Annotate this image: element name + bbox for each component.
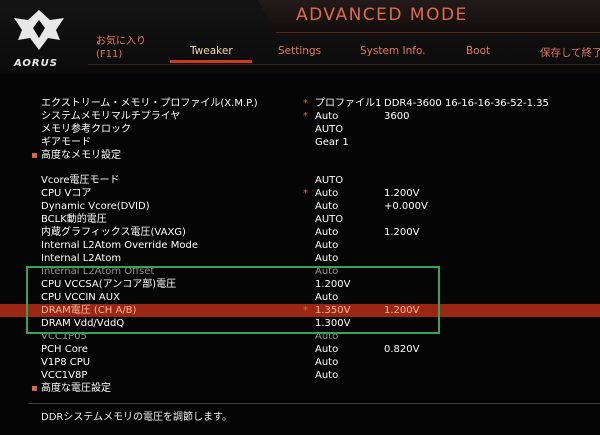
- submenu-bullet-icon: ▪: [31, 150, 38, 161]
- modified-star-icon: *: [303, 111, 308, 122]
- setting-current-reading: +0.000V: [384, 201, 428, 212]
- setting-row[interactable]: Dynamic Vcore(DVID) Auto +0.000V: [0, 200, 600, 213]
- setting-row[interactable]: CPU Vコア * Auto 1.200V: [0, 187, 600, 200]
- setting-label: メモリ参考クロック: [41, 124, 131, 135]
- setting-label: Internal L2Atom Offset: [41, 266, 155, 277]
- setting-current-reading: 1.200V: [384, 227, 420, 238]
- setting-value[interactable]: プロファイル1: [315, 97, 381, 110]
- tab-active-indicator: [170, 60, 252, 63]
- setting-row[interactable]: PCH Core Auto 0.820V: [0, 343, 600, 356]
- setting-label: VCC1V8P: [41, 370, 88, 381]
- setting-row[interactable]: ギアモード Gear 1: [0, 136, 600, 149]
- setting-value[interactable]: AUTO: [315, 123, 343, 136]
- setting-value[interactable]: 1.350V: [315, 304, 350, 317]
- setting-value[interactable]: Auto: [315, 343, 338, 356]
- setting-row[interactable]: CPU VCCSA(アンコア部)電圧 1.200V: [0, 278, 600, 291]
- mode-title: ADVANCED MODE: [296, 5, 468, 25]
- setting-value[interactable]: Auto: [315, 369, 338, 382]
- setting-value[interactable]: Auto: [315, 239, 338, 252]
- save-exit-button[interactable]: 保存して終了: [540, 45, 600, 60]
- setting-row[interactable]: メモリ参考クロック AUTO: [0, 123, 600, 136]
- setting-label: DRAM Vdd/VddQ: [41, 318, 125, 329]
- setting-row[interactable]: DRAM電圧 (CH A/B) * 1.350V 1.200V: [0, 304, 600, 317]
- setting-label: DRAM電圧 (CH A/B): [41, 305, 137, 316]
- setting-value[interactable]: 1.200V: [315, 278, 350, 291]
- modified-star-icon: *: [303, 305, 308, 316]
- setting-label: システムメモリマルチプライヤ: [41, 111, 181, 122]
- setting-row[interactable]: CPU VCCIN AUX Auto: [0, 291, 600, 304]
- setting-label: Dynamic Vcore(DVID): [41, 201, 150, 212]
- setting-current-reading: 1.200V: [384, 305, 420, 316]
- tab-tweaker[interactable]: Tweaker: [190, 45, 233, 57]
- aorus-logo-text: AORUS: [14, 58, 58, 69]
- help-text: DDRシステムメモリの電圧を調節します。: [41, 412, 233, 423]
- setting-value[interactable]: Auto: [315, 291, 338, 304]
- favorites-label: お気に入り: [96, 36, 146, 47]
- setting-value[interactable]: Auto: [315, 200, 338, 213]
- setting-value[interactable]: Auto: [315, 330, 338, 343]
- setting-row[interactable]: Internal L2Atom Auto: [0, 252, 600, 265]
- setting-row[interactable]: VCC1P05 Auto: [0, 330, 600, 343]
- setting-row[interactable]: システムメモリマルチプライヤ * Auto 3600: [0, 110, 600, 123]
- setting-label: PCH Core: [41, 344, 88, 355]
- setting-label: エクストリーム・メモリ・プロファイル(X.M.P.): [41, 98, 258, 109]
- setting-label: Vcore電圧モード: [41, 175, 120, 186]
- setting-label: Internal L2Atom: [41, 253, 122, 264]
- setting-row[interactable]: Internal L2Atom Offset Auto: [0, 265, 600, 278]
- setting-value[interactable]: Auto: [315, 110, 338, 123]
- setting-row[interactable]: エクストリーム・メモリ・プロファイル(X.M.P.) * プロファイル1 DDR4-3…: [0, 97, 600, 110]
- footer-divider: [28, 403, 600, 404]
- header-bar: ADVANCED MODE AORUS お気に入り (F11) Tweaker …: [0, 0, 600, 74]
- submenu-bullet-icon: ▪: [31, 383, 38, 394]
- tab-settings[interactable]: Settings: [278, 45, 321, 57]
- tab-boot[interactable]: Boot: [466, 45, 490, 57]
- setting-row[interactable]: VCC1V8P Auto: [0, 369, 600, 382]
- setting-current-reading: 1.200V: [384, 188, 420, 199]
- setting-value[interactable]: 1.300V: [315, 317, 350, 330]
- setting-value[interactable]: Auto: [315, 265, 338, 278]
- setting-label: CPU Vコア: [41, 188, 92, 199]
- setting-label: CPU VCCSA(アンコア部)電圧: [41, 279, 177, 290]
- tab-system-info[interactable]: System Info.: [360, 45, 426, 57]
- setting-label: BCLK動的電圧: [41, 214, 107, 225]
- setting-value[interactable]: Gear 1: [315, 136, 349, 149]
- setting-current-reading: 3600: [384, 111, 410, 122]
- setting-label: 高度なメモリ設定: [41, 150, 121, 161]
- submenu-item[interactable]: ▪ 高度なメモリ設定: [0, 149, 600, 162]
- setting-value[interactable]: Auto: [315, 226, 338, 239]
- setting-row[interactable]: Internal L2Atom Override Mode Auto: [0, 239, 600, 252]
- modified-star-icon: *: [303, 188, 308, 199]
- setting-value[interactable]: AUTO: [315, 174, 343, 187]
- setting-current-reading: 0.820V: [384, 344, 420, 355]
- setting-current-reading: DDR4-3600 16-16-16-36-52-1.35: [384, 98, 549, 109]
- setting-label: ギアモード: [41, 137, 91, 148]
- setting-value[interactable]: Auto: [315, 187, 338, 200]
- setting-row[interactable]: V1P8 CPU Auto: [0, 356, 600, 369]
- favorites-shortcut: (F11): [96, 49, 123, 60]
- submenu-item[interactable]: ▪ 高度な電圧設定: [0, 382, 600, 395]
- setting-row[interactable]: DRAM Vdd/VddQ 1.300V: [0, 317, 600, 330]
- tab-divider: [88, 64, 600, 65]
- setting-label: 内蔵グラフィックス電圧(VAXG): [41, 227, 186, 238]
- setting-value[interactable]: Auto: [315, 252, 338, 265]
- setting-row[interactable]: BCLK動的電圧 AUTO: [0, 213, 600, 226]
- favorites-tab[interactable]: お気に入り (F11): [96, 35, 146, 61]
- setting-label: V1P8 CPU: [41, 357, 91, 368]
- setting-label: VCC1P05: [41, 331, 87, 342]
- setting-row[interactable]: Vcore電圧モード AUTO: [0, 174, 600, 187]
- setting-value[interactable]: Auto: [315, 356, 338, 369]
- setting-label: Internal L2Atom Override Mode: [41, 240, 198, 251]
- setting-value[interactable]: AUTO: [315, 213, 343, 226]
- setting-label: 高度な電圧設定: [41, 383, 111, 394]
- setting-label: CPU VCCIN AUX: [41, 292, 120, 303]
- modified-star-icon: *: [303, 98, 308, 109]
- setting-row[interactable]: 内蔵グラフィックス電圧(VAXG) Auto 1.200V: [0, 226, 600, 239]
